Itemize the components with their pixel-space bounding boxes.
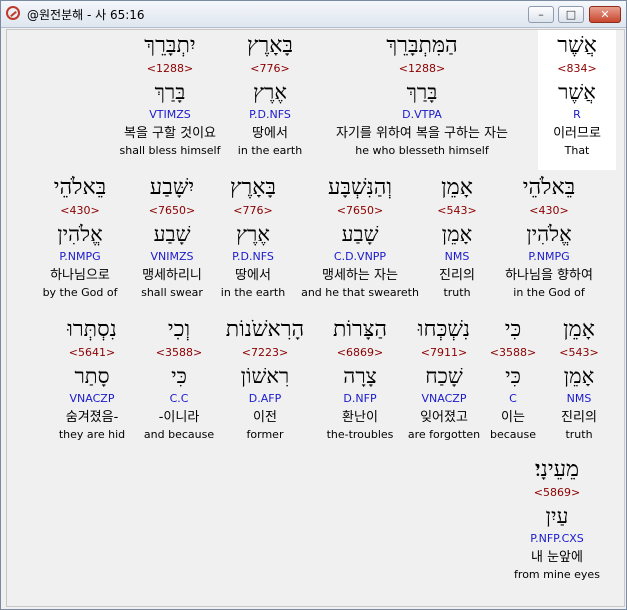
interlinear-panel: אֲשֶׁר <834> אֲשֶׁר R 이러므로 That הַמִּתְבָּרֵךְ… bbox=[6, 29, 625, 607]
word-strong[interactable]: <5869> bbox=[447, 486, 627, 500]
word-morph: VNACZP bbox=[69, 392, 115, 405]
word-heb-hebrew[interactable]: יִתְבָּרֵךְ bbox=[60, 32, 280, 60]
word-eng: by the God of bbox=[42, 286, 118, 299]
minimize-button[interactable]: – bbox=[528, 6, 554, 23]
word-morph: P.NMPG bbox=[59, 250, 101, 263]
word-eng: from mine eyes bbox=[514, 568, 600, 581]
word-lemma: סָתַר bbox=[74, 364, 110, 388]
app-logo-icon bbox=[6, 6, 20, 20]
word-lemma: עַיִן bbox=[545, 504, 569, 528]
app-window: @원전분해 - 사 65:16 – □ ✕ אֲשֶׁר <834> אֲשֶׁר R… bbox=[0, 0, 627, 610]
word-kor: 복을 구할 것이요 bbox=[124, 126, 216, 141]
word-morph: VTIMZS bbox=[149, 108, 191, 121]
word-kor: 하나님으로 bbox=[50, 268, 110, 283]
word-lemma: בָּרַךְ bbox=[154, 80, 186, 104]
close-button[interactable]: ✕ bbox=[589, 6, 621, 23]
word-kor: 내 눈앞에 bbox=[531, 550, 583, 565]
title-bar[interactable]: @원전분해 - 사 65:16 – □ ✕ bbox=[1, 1, 626, 28]
word-eng: they are hid bbox=[58, 428, 126, 441]
word-eng: shall bless himself bbox=[119, 144, 221, 157]
word-heb-hebrew[interactable]: נִסְתְּרוּ bbox=[0, 316, 202, 344]
word-strong[interactable]: <1288> bbox=[60, 62, 280, 76]
word-lemma: אֱלֹהִין bbox=[57, 222, 103, 246]
word-heb-hebrew[interactable]: מֵעֵינָי׃ bbox=[447, 456, 627, 484]
word-strong[interactable]: <430> bbox=[0, 204, 190, 218]
word-morph: P.NFP.CXS bbox=[530, 532, 584, 545]
word-kor: 숨겨졌음- bbox=[65, 410, 119, 425]
word-strong[interactable]: <5641> bbox=[0, 346, 202, 360]
word-heb-hebrew[interactable]: בֵּאלֹהֵי bbox=[0, 174, 190, 202]
maximize-button[interactable]: □ bbox=[558, 6, 584, 23]
window-title: @원전분해 - 사 65:16 bbox=[27, 8, 145, 22]
